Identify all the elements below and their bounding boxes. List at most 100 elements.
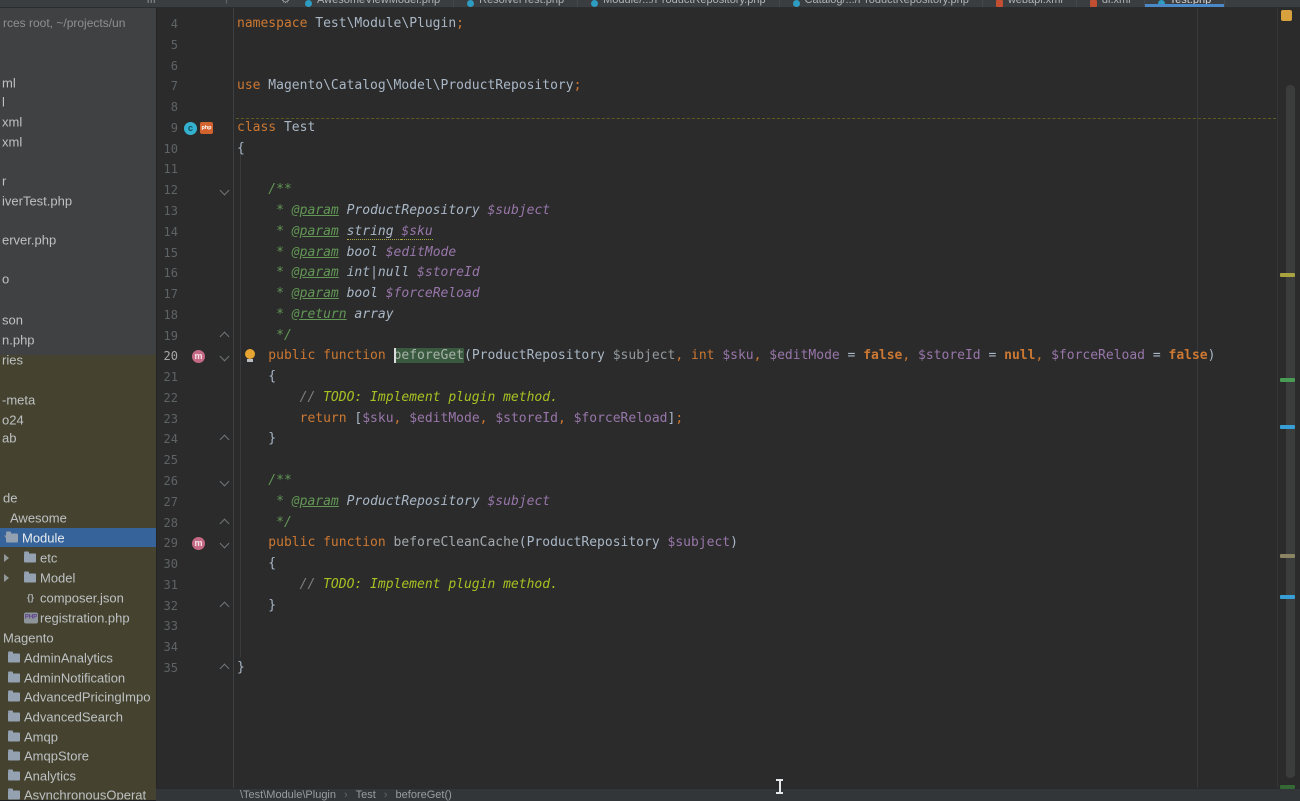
line-number[interactable]: 30 [150,557,178,571]
magento-plugin-icon[interactable]: m [192,537,205,550]
editor-scrollbar-thumb[interactable] [1286,85,1295,778]
line-number[interactable]: 8 [150,100,178,114]
chevron-right-icon[interactable] [4,554,9,562]
line-number[interactable]: 24 [150,432,178,446]
stripe-mark[interactable] [1280,273,1295,277]
line-number[interactable]: 15 [150,246,178,260]
code-line[interactable]: * @param ProductRepository $subject [237,201,550,222]
chevron-right-icon[interactable] [4,574,9,582]
tree-item[interactable]: Module [0,528,156,547]
code-line[interactable]: { [237,139,245,160]
tree-item[interactable]: n.php [0,330,156,349]
tree-item[interactable]: Magento [0,628,156,647]
tree-item[interactable]: erver.php [0,230,156,249]
line-number[interactable]: 12 [150,183,178,197]
arrow-up-icon[interactable]: ↑ [224,0,229,6]
code-line[interactable]: // TODO: Implement plugin method. [237,388,558,409]
line-number[interactable]: 32 [150,599,178,613]
tree-item[interactable]: xml [0,132,156,151]
fold-marker[interactable] [220,331,230,341]
line-number[interactable]: 31 [150,578,178,592]
php-file-icon[interactable]: php [200,122,213,134]
intention-lightbulb-icon[interactable] [244,349,256,363]
tree-item[interactable]: Awesome [0,508,156,527]
code-line[interactable]: public function beforeGet(ProductReposit… [237,346,1215,367]
line-number[interactable]: 5 [150,38,178,52]
code-line[interactable]: // TODO: Implement plugin method. [237,575,558,596]
editor-tab[interactable]: di.xml [1077,0,1145,7]
line-number[interactable]: 33 [150,619,178,633]
inspection-indicator-icon[interactable] [1281,10,1292,21]
line-number[interactable]: 35 [150,661,178,675]
tree-item[interactable]: AdvancedSearch [0,707,156,726]
line-number[interactable]: 17 [150,287,178,301]
tree-item[interactable]: ries [0,350,156,369]
code-line[interactable]: public function beforeCleanCache(Product… [237,533,738,554]
tree-item[interactable]: l [0,92,156,111]
code-line[interactable]: * @param ProductRepository $subject [237,492,550,513]
line-number[interactable]: 11 [150,162,178,176]
code-line[interactable]: namespace Test\Module\Plugin; [237,14,464,35]
line-number[interactable]: 16 [150,266,178,280]
tree-item[interactable]: PHPregistration.php [0,608,156,627]
menu-m-icon[interactable]: m [147,0,155,6]
code-line[interactable]: use Magento\Catalog\Model\ProductReposit… [237,76,581,97]
tree-item[interactable]: etc [0,548,156,567]
editor-tab[interactable]: AwesomeViewModel.php [292,0,454,7]
editor-tab[interactable]: Test.php [1145,0,1226,7]
tree-item[interactable]: de [0,488,156,507]
tree-item[interactable]: AdminNotification [0,668,156,687]
tree-item[interactable]: ml [0,73,156,92]
line-number[interactable]: 13 [150,204,178,218]
code-line[interactable]: * @param bool $editMode [237,243,456,264]
line-number[interactable]: 9 [150,121,178,135]
line-number[interactable]: 6 [150,59,178,73]
tree-item[interactable]: Model [0,568,156,587]
tree-item[interactable]: {}composer.json [0,588,156,607]
code-line[interactable]: /** [237,180,292,201]
code-line[interactable]: * @param string $sku [237,222,433,243]
code-line[interactable]: } [237,596,276,617]
line-number[interactable]: 18 [150,308,178,322]
magento-plugin-icon[interactable]: m [192,350,205,363]
code-line[interactable]: */ [237,513,292,534]
asterisk-icon[interactable]: * [172,0,176,6]
stripe-mark[interactable] [1280,554,1295,558]
class-icon[interactable]: c [184,122,197,135]
tree-item[interactable]: AmqpStore [0,746,156,765]
fold-marker[interactable] [220,186,230,196]
line-number[interactable]: 14 [150,225,178,239]
fold-marker[interactable] [220,601,230,611]
tree-item[interactable]: r [0,171,156,190]
code-line[interactable]: } [237,429,276,450]
tree-item[interactable]: AsynchronousOperat [0,785,156,800]
tree-item[interactable]: ab [0,428,156,447]
code-line[interactable]: class Test [237,118,315,139]
line-number[interactable]: 34 [150,640,178,654]
stripe-mark[interactable] [1280,425,1295,429]
code-line[interactable]: return [$sku, $editMode, $storeId, $forc… [237,409,683,430]
tree-item[interactable]: AdminAnalytics [0,648,156,667]
tree-item[interactable]: o [0,269,156,288]
code-line[interactable]: } [237,658,245,679]
tree-item[interactable]: xml [0,112,156,131]
editor-tab[interactable]: Module/.../ProductRepository.php [578,0,779,7]
line-number[interactable]: 7 [150,79,178,93]
code-line[interactable]: * @param int|null $storeId [237,263,480,284]
fold-marker[interactable] [220,539,230,549]
editor-tab[interactable]: ResolverTest.php [454,0,578,7]
editor-tab[interactable]: webapi.xml [983,0,1077,7]
stripe-mark[interactable] [1280,378,1295,382]
line-number[interactable]: 26 [150,474,178,488]
line-number[interactable]: 20 [150,349,178,363]
line-number[interactable]: 4 [150,17,178,31]
breadcrumb-item[interactable]: Test [356,789,376,801]
code-line[interactable]: * @return array [237,305,394,326]
settings-gear-icon[interactable]: ⚙ [281,0,290,6]
line-number[interactable]: 19 [150,329,178,343]
fold-marker[interactable] [220,477,230,487]
code-line[interactable]: { [237,367,276,388]
tree-item[interactable]: son [0,310,156,329]
line-number[interactable]: 27 [150,495,178,509]
breadcrumb-item[interactable]: beforeGet() [396,789,452,801]
